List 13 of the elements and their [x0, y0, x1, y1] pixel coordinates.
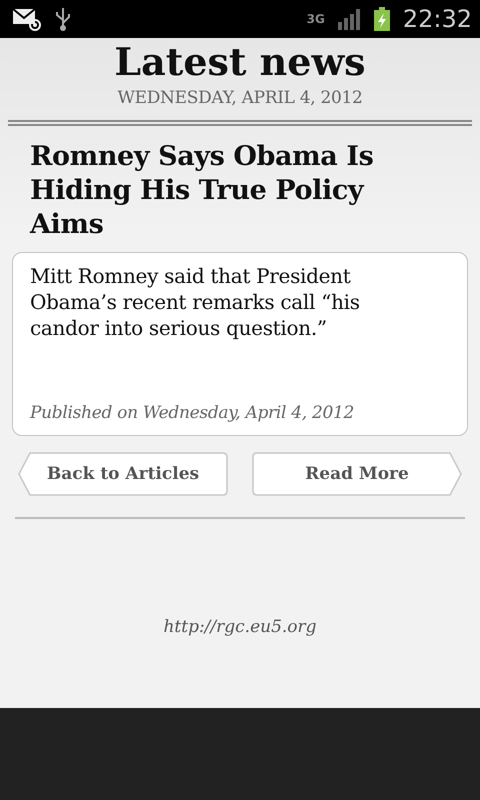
- signal-icon: [336, 8, 361, 30]
- clock: 22:32: [402, 5, 472, 33]
- article-summary: Mitt Romney said that President Obama’s recent remarks call “his candor into serious question.”: [30, 263, 361, 341]
- page-title: Latest news: [114, 40, 366, 84]
- article-headline: Romney Says Obama Is Hiding His True Policy Aims: [30, 140, 374, 242]
- read-more-button[interactable]: Read More: [252, 452, 462, 496]
- site-link[interactable]: http://rgc.eu5.org: [163, 617, 317, 637]
- date-label: WEDNESDAY, APRIL 4, 2012: [117, 88, 363, 108]
- usb-icon: [54, 6, 72, 32]
- network-indicator: 3G: [306, 12, 325, 26]
- email-notification-icon: [12, 6, 42, 32]
- published-date: Published on Wednesday, April 4, 2012: [30, 403, 356, 425]
- back-button[interactable]: Back to Articles: [18, 452, 228, 496]
